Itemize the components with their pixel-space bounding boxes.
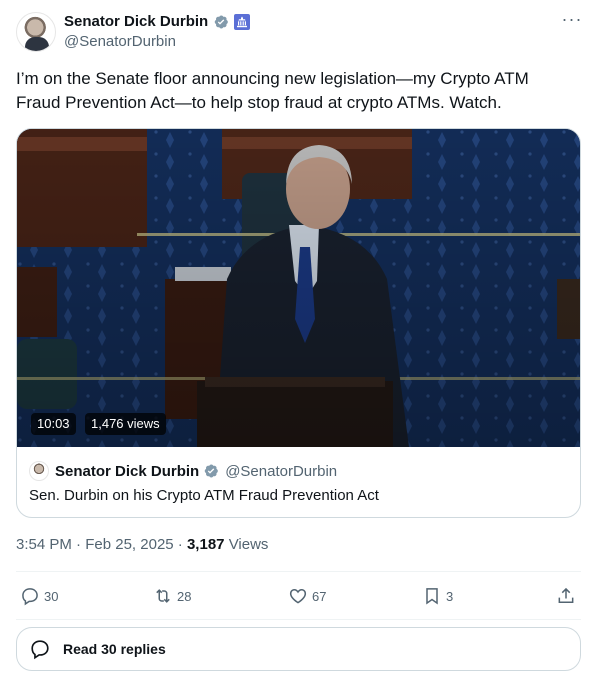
reply-icon bbox=[22, 588, 38, 606]
verified-badge-icon bbox=[214, 15, 228, 29]
quote-author-handle: @SenatorDurbin bbox=[225, 462, 338, 480]
quoted-media-card[interactable]: 10:03 1,476 views Senator Dick Durbin @S… bbox=[16, 128, 581, 518]
reply-icon bbox=[31, 640, 49, 660]
video-player[interactable]: 10:03 1,476 views bbox=[17, 129, 580, 447]
meta-separator: · bbox=[177, 536, 183, 553]
bookmark-icon bbox=[426, 588, 438, 605]
government-building-icon bbox=[234, 14, 250, 30]
tweet-time[interactable]: 3:54 PM bbox=[16, 536, 72, 553]
tweet-metadata: 3:54 PM · Feb 25, 2025 · 3,187 Views bbox=[16, 536, 268, 554]
repost-icon bbox=[156, 589, 170, 603]
like-count: 67 bbox=[312, 588, 327, 604]
bookmark-button[interactable]: 3 bbox=[422, 585, 453, 607]
reply-count: 30 bbox=[44, 588, 59, 604]
author-display-name[interactable]: Senator Dick Durbin bbox=[64, 13, 208, 31]
tweet-text: I’m on the Senate floor announcing new l… bbox=[16, 69, 529, 112]
video-duration: 10:03 bbox=[31, 413, 76, 435]
repost-button[interactable]: 28 bbox=[153, 585, 191, 607]
quote-author-name: Senator Dick Durbin bbox=[55, 462, 200, 480]
more-options-icon[interactable]: ··· bbox=[560, 10, 584, 32]
quote-caption: Sen. Durbin on his Crypto ATM Fraud Prev… bbox=[29, 487, 379, 504]
meta-separator: · bbox=[76, 536, 82, 553]
reply-button[interactable]: 30 bbox=[20, 585, 58, 607]
quote-author-row[interactable]: Senator Dick Durbin @SenatorDurbin bbox=[29, 461, 337, 481]
share-icon bbox=[558, 587, 574, 603]
repost-count: 28 bbox=[177, 588, 192, 604]
read-replies-label: Read 30 replies bbox=[63, 641, 166, 657]
verified-badge-icon bbox=[204, 464, 219, 478]
author-avatar[interactable] bbox=[16, 12, 56, 52]
divider bbox=[16, 571, 581, 572]
share-button[interactable] bbox=[556, 585, 580, 607]
like-button[interactable]: 67 bbox=[288, 585, 326, 607]
views-label: Views bbox=[228, 536, 269, 553]
video-views: 1,476 views bbox=[85, 413, 166, 435]
read-replies-button[interactable]: Read 30 replies bbox=[16, 627, 581, 671]
heart-icon bbox=[289, 588, 307, 604]
bookmark-count: 3 bbox=[446, 588, 454, 604]
video-thumbnail bbox=[17, 129, 580, 447]
view-count: 3,187 bbox=[186, 536, 225, 553]
divider bbox=[16, 619, 581, 620]
tweet-date[interactable]: Feb 25, 2025 bbox=[85, 536, 173, 553]
author-handle[interactable]: @SenatorDurbin bbox=[64, 33, 176, 51]
quote-author-avatar bbox=[29, 461, 49, 481]
